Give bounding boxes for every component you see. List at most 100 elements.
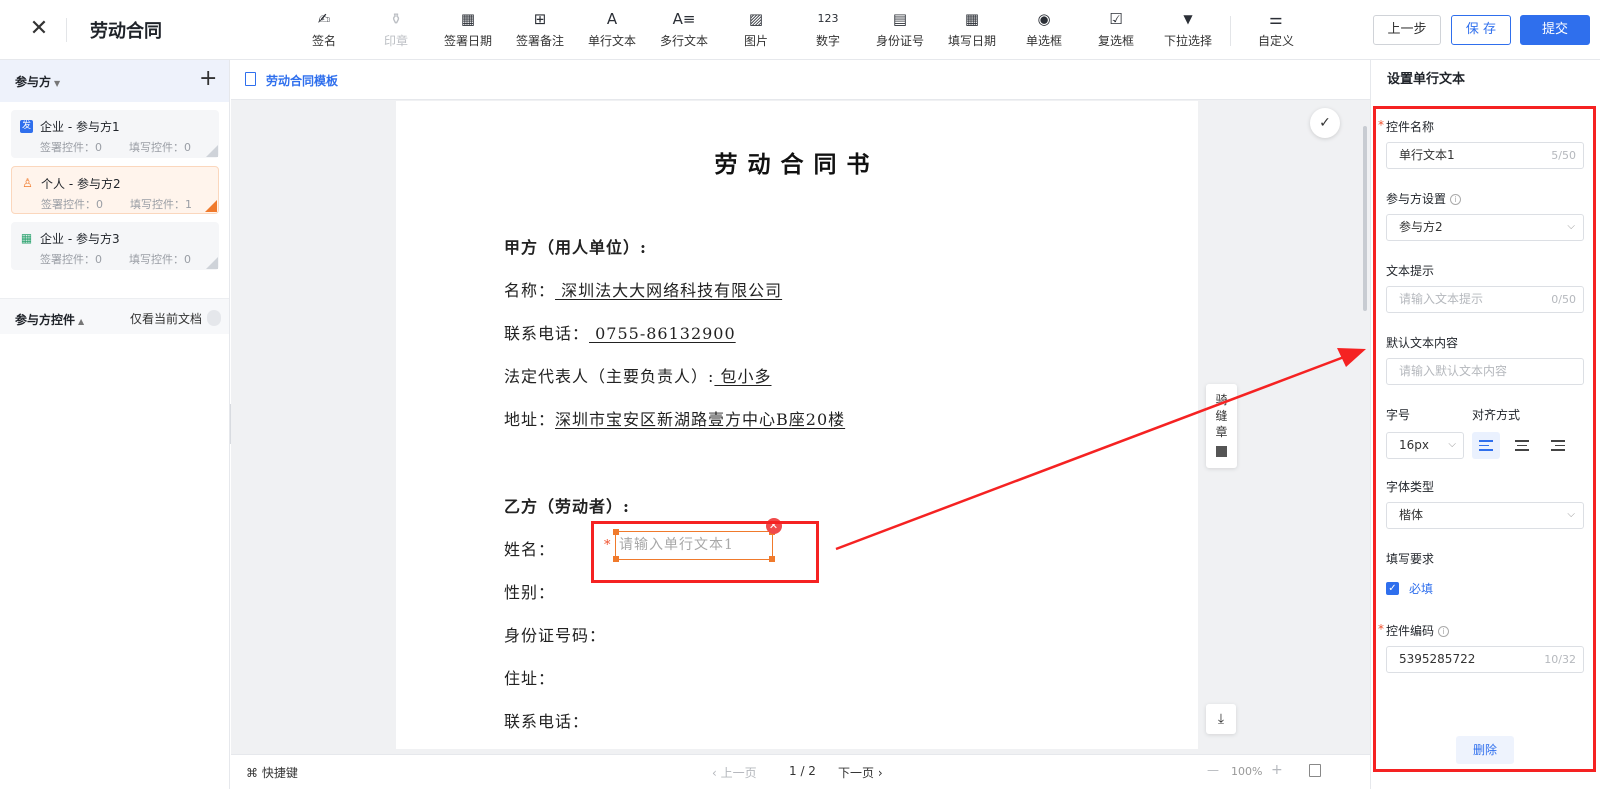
calendar-icon: ▦	[964, 10, 980, 28]
party-b-title: 乙方（劳动者）:	[504, 497, 630, 516]
tool-image[interactable]: ▨ 图片	[720, 8, 792, 52]
shortcut-button[interactable]: ⌘ 快捷键	[246, 764, 298, 781]
document-tab[interactable]: 劳动合同模板	[266, 72, 338, 89]
submit-button[interactable]: 提交	[1520, 15, 1590, 45]
document-page: 劳动合同书 甲方（用人单位）: 名称： 深圳法大大网络科技有限公司 联系电话： …	[396, 101, 1198, 749]
tool-seal: ⚱ 印章	[360, 8, 432, 52]
sign-count: 签署控件：0	[40, 141, 102, 154]
download-icon[interactable]: ⤓	[1206, 704, 1236, 734]
riding-seal-label: 骑缝章	[1215, 393, 1228, 439]
zoom-in-icon[interactable]: +	[1271, 762, 1283, 778]
party-b-phone-label: 联系电话：	[504, 712, 590, 731]
participants-title: 参与方	[15, 75, 52, 89]
tool-custom[interactable]: ⚌ 自定义	[1240, 8, 1312, 52]
tool-checkbox[interactable]: ☑ 复选框	[1080, 8, 1152, 52]
tool-number[interactable]: 123 数字	[792, 8, 864, 52]
sign-count: 签署控件：0	[40, 253, 102, 266]
riding-seal-button[interactable]: 骑缝章	[1206, 384, 1237, 468]
party-item-1[interactable]: 发 企业 - 参与方1 签署控件：0 填写控件：0	[11, 110, 219, 158]
representative-value: 包小多	[714, 367, 772, 386]
document-footer: ⌘ 快捷键 ‹ 上一页 1 / 2 下一页 › — 100% +	[231, 754, 1370, 789]
caret-down-icon: ▼	[54, 79, 61, 88]
image-icon: ▨	[748, 10, 764, 28]
tool-sign-remark[interactable]: ⊞ 签署备注	[504, 8, 576, 52]
number-icon: 123	[817, 12, 839, 25]
check-icon[interactable]: ✓	[1310, 108, 1340, 138]
text-icon: A	[606, 10, 618, 28]
party-name: 企业 - 参与方1	[40, 120, 120, 134]
field-label: 联系电话：	[504, 324, 590, 343]
fill-count: 填写控件：1	[130, 198, 192, 211]
prev-step-button[interactable]: 上一步	[1373, 15, 1441, 45]
close-icon[interactable]: ✕	[27, 17, 51, 41]
field-label: 法定代表人（主要负责人）:	[504, 367, 715, 386]
party-a-title: 甲方（用人单位）:	[504, 238, 647, 257]
party-b-gender-label: 性别：	[504, 583, 556, 602]
tool-multi-text[interactable]: A≡ 多行文本	[648, 8, 720, 52]
panel-highlight-box	[1373, 106, 1596, 772]
party-b-address-label: 住址：	[504, 669, 556, 688]
party-controls-title: 参与方控件	[15, 313, 76, 327]
party-a-addr-line: 地址：深圳市宝安区新湖路壹方中心B座20楼	[504, 406, 845, 430]
phone-value: 0755-86132900	[589, 324, 736, 343]
party-a-name-line: 名称： 深圳法大大网络科技有限公司	[504, 277, 782, 301]
party-item-3[interactable]: ▦ 企业 - 参与方3 签署控件：0 填写控件：0	[11, 222, 219, 270]
remark-icon: ⊞	[533, 10, 547, 28]
fit-page-icon[interactable]	[1309, 764, 1321, 777]
page-indicator: 1 / 2	[789, 764, 816, 778]
seal-icon: ⚱	[389, 10, 403, 28]
id-card-icon: ▤	[892, 10, 908, 28]
next-page-button[interactable]: 下一页 ›	[838, 764, 883, 781]
party-item-2[interactable]: ♙ 个人 - 参与方2 签署控件：0 填写控件：1	[11, 166, 219, 214]
multiline-text-icon: A≡	[672, 10, 696, 28]
corner-marker	[206, 145, 218, 157]
party-controls-toggle[interactable]: 参与方控件 ▲	[15, 311, 84, 328]
party-a-phone-line: 联系电话： 0755-86132900	[504, 320, 736, 344]
participants-header: 参与方 ▼ +	[0, 60, 229, 102]
custom-settings-icon: ⚌	[1269, 10, 1283, 28]
save-button[interactable]: 保 存	[1451, 15, 1511, 45]
field-label: 名称：	[504, 281, 556, 300]
field-highlight-box	[591, 521, 819, 583]
document-canvas: 劳动合同模板 劳动合同书 甲方（用人单位）: 名称： 深圳法大大网络科技有限公司…	[231, 60, 1370, 789]
only-current-label: 仅看当前文档	[130, 312, 203, 326]
prev-page-button[interactable]: ‹ 上一页	[712, 764, 757, 781]
radio-icon: ◉	[1037, 10, 1051, 28]
participants-dropdown[interactable]: 参与方 ▼	[15, 73, 60, 90]
zoom-out-icon[interactable]: —	[1207, 763, 1219, 777]
enterprise-initiator-icon: 发	[20, 120, 33, 133]
divider	[66, 18, 67, 42]
checkbox-icon: ☑	[1109, 10, 1123, 28]
participants-sidebar: 参与方 ▼ + 发 企业 - 参与方1 签署控件：0 填写控件：0 ♙ 个人 - …	[0, 60, 230, 789]
party-b-id-label: 身份证号码：	[504, 626, 607, 645]
party-name: 企业 - 参与方3	[40, 232, 120, 246]
tool-single-text[interactable]: A 单行文本	[576, 8, 648, 52]
calendar-icon: ▦	[460, 10, 476, 28]
tool-signature[interactable]: ✍ 签名	[288, 8, 360, 52]
top-toolbar: ✕ 劳动合同 ✍ 签名 ⚱ 印章 ▦ 签署日期 ⊞ 签署备注 A 单行文本 A≡ 多行文本 …	[0, 0, 1600, 60]
tool-sign-date[interactable]: ▦ 签署日期	[432, 8, 504, 52]
party-a-rep-line: 法定代表人（主要负责人）: 包小多	[504, 363, 772, 387]
add-participant-icon[interactable]: +	[199, 66, 217, 91]
company-name-value: 深圳法大大网络科技有限公司	[555, 281, 783, 300]
divider	[1230, 16, 1231, 46]
fill-count: 填写控件：0	[129, 141, 191, 154]
document-icon	[245, 72, 256, 86]
dropdown-icon: ▼	[1183, 12, 1193, 26]
tool-id-number[interactable]: ▤ 身份证号	[864, 8, 936, 52]
tool-radio[interactable]: ◉ 单选框	[1008, 8, 1080, 52]
zoom-level: 100%	[1231, 765, 1263, 778]
sign-count: 签署控件：0	[41, 198, 103, 211]
person-icon: ♙	[22, 176, 33, 190]
panel-title: 设置单行文本	[1387, 72, 1466, 87]
tool-dropdown[interactable]: ▼ 下拉选择	[1152, 8, 1224, 52]
document-heading: 劳动合同书	[714, 151, 880, 178]
address-value: 深圳市宝安区新湖路壹方中心B座20楼	[555, 410, 846, 429]
tool-fill-date[interactable]: ▦ 填写日期	[936, 8, 1008, 52]
party-b-name-label: 姓名：	[504, 540, 556, 559]
caret-up-icon: ▲	[78, 317, 85, 326]
corner-marker	[206, 257, 218, 269]
only-current-toggle[interactable]	[207, 310, 221, 326]
document-scrollbar[interactable]	[1363, 126, 1367, 311]
field-label: 地址：	[504, 410, 556, 429]
